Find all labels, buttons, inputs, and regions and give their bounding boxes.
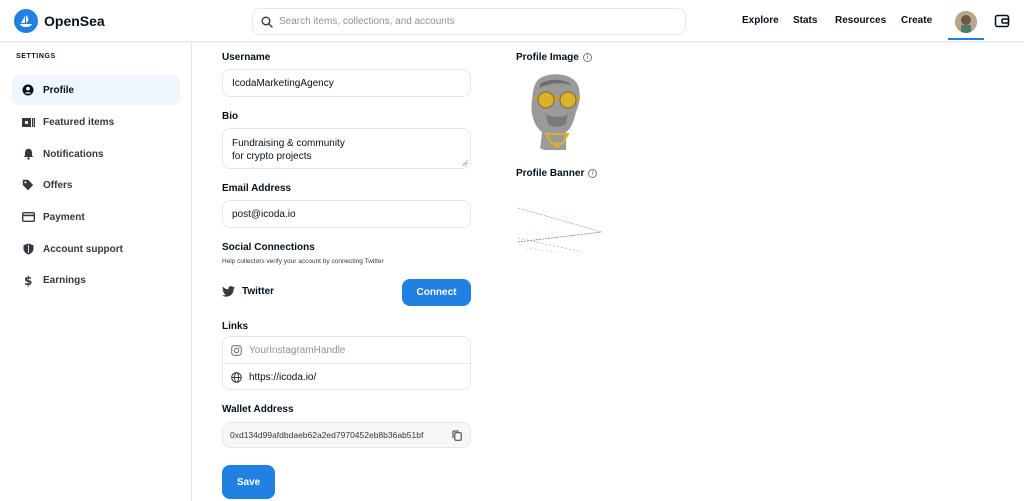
twitter-label: Twitter xyxy=(242,286,275,297)
globe-icon xyxy=(231,371,242,383)
username-value: IcodaMarketingAgency xyxy=(232,77,334,89)
dollar-icon: $ xyxy=(21,273,35,287)
social-connections-hint: Help collectors verify your account by c… xyxy=(222,258,384,265)
resize-handle-icon[interactable] xyxy=(462,160,468,166)
wallet-icon[interactable] xyxy=(994,13,1010,29)
profile-image-label: Profile Image xyxy=(516,52,579,63)
wallet-address-value: 0xd134d99afdbdaeb62a2ed7970452eb8b36ab51… xyxy=(230,430,424,440)
settings-heading: SETTINGS xyxy=(16,53,56,60)
sidebar-item-label: Payment xyxy=(43,211,85,223)
links-label: Links xyxy=(222,321,249,332)
copy-icon[interactable] xyxy=(452,430,462,441)
opensea-logo[interactable]: OpenSea xyxy=(14,9,105,33)
user-circle-icon xyxy=(21,83,35,97)
nav-stats[interactable]: Stats xyxy=(793,15,817,26)
email-field[interactable]: post@icoda.io xyxy=(222,200,471,228)
instagram-icon xyxy=(231,344,242,356)
active-tab-indicator xyxy=(948,38,984,40)
instagram-placeholder: YourInstagramHandle xyxy=(249,344,346,356)
profile-banner-heading: Profile Banner i xyxy=(516,168,598,179)
sidebar-item-earnings[interactable]: $ Earnings xyxy=(12,265,180,295)
email-label: Email Address xyxy=(222,183,292,194)
opensea-logo-icon xyxy=(14,9,38,33)
info-icon[interactable]: i xyxy=(588,169,598,178)
featured-items-icon xyxy=(21,115,35,129)
shield-icon xyxy=(21,242,35,256)
nav-resources[interactable]: Resources xyxy=(835,15,886,26)
sidebar-item-label: Account support xyxy=(43,243,123,255)
profile-banner-image[interactable] xyxy=(516,198,606,254)
profile-image[interactable] xyxy=(516,70,598,152)
sidebar-item-featured-items[interactable]: Featured items xyxy=(12,107,180,137)
website-value: https://icoda.io/ xyxy=(249,371,317,383)
sidebar-item-account-support[interactable]: Account support xyxy=(12,234,180,264)
wallet-address-field: 0xd134d99afdbdaeb62a2ed7970452eb8b36ab51… xyxy=(222,422,471,448)
bio-label: Bio xyxy=(222,111,239,122)
search-bar[interactable] xyxy=(252,8,686,35)
svg-text:$: $ xyxy=(24,274,32,287)
instagram-link-field[interactable]: YourInstagramHandle xyxy=(223,337,470,363)
credit-card-icon xyxy=(21,210,35,224)
app-name: OpenSea xyxy=(44,13,105,29)
username-field[interactable]: IcodaMarketingAgency xyxy=(222,69,471,97)
connect-twitter-button[interactable]: Connect xyxy=(402,279,471,306)
sidebar-item-label: Notifications xyxy=(43,148,104,160)
sidebar-item-label: Featured items xyxy=(43,116,115,128)
search-input[interactable] xyxy=(279,16,659,27)
sidebar-item-payment[interactable]: Payment xyxy=(12,202,180,232)
email-value: post@icoda.io xyxy=(232,208,296,220)
bio-value: Fundraising & community for crypto proje… xyxy=(232,138,345,162)
sidebar-item-profile[interactable]: Profile xyxy=(12,75,180,105)
nav-explore[interactable]: Explore xyxy=(742,15,779,26)
profile-banner-label: Profile Banner xyxy=(516,168,585,179)
info-icon[interactable]: i xyxy=(582,53,592,62)
sidebar-item-label: Profile xyxy=(43,84,75,96)
account-avatar[interactable] xyxy=(955,11,977,33)
settings-sidebar: SETTINGS Profile Featured items Notifica… xyxy=(0,42,192,501)
sidebar-item-offers[interactable]: Offers xyxy=(12,170,180,200)
bell-icon xyxy=(21,147,35,161)
website-link-field[interactable]: https://icoda.io/ xyxy=(223,364,470,390)
save-button[interactable]: Save xyxy=(222,465,275,499)
wallet-address-label: Wallet Address xyxy=(222,404,294,415)
tag-icon xyxy=(21,178,35,192)
sidebar-item-notifications[interactable]: Notifications xyxy=(12,139,180,169)
search-icon xyxy=(261,16,273,28)
social-connections-label: Social Connections xyxy=(222,242,315,253)
sidebar-item-label: Offers xyxy=(43,179,73,191)
nav-create[interactable]: Create xyxy=(901,15,932,26)
profile-image-heading: Profile Image i xyxy=(516,52,592,63)
links-group: YourInstagramHandle https://icoda.io/ xyxy=(222,336,471,390)
sidebar-item-label: Earnings xyxy=(43,274,86,286)
bio-field[interactable]: Fundraising & community for crypto proje… xyxy=(222,128,471,169)
twitter-connection-row: Twitter xyxy=(222,286,274,297)
twitter-icon xyxy=(222,286,235,297)
top-navigation-bar: OpenSea Explore Stats Resources Create xyxy=(0,0,1024,42)
username-label: Username xyxy=(222,52,271,63)
